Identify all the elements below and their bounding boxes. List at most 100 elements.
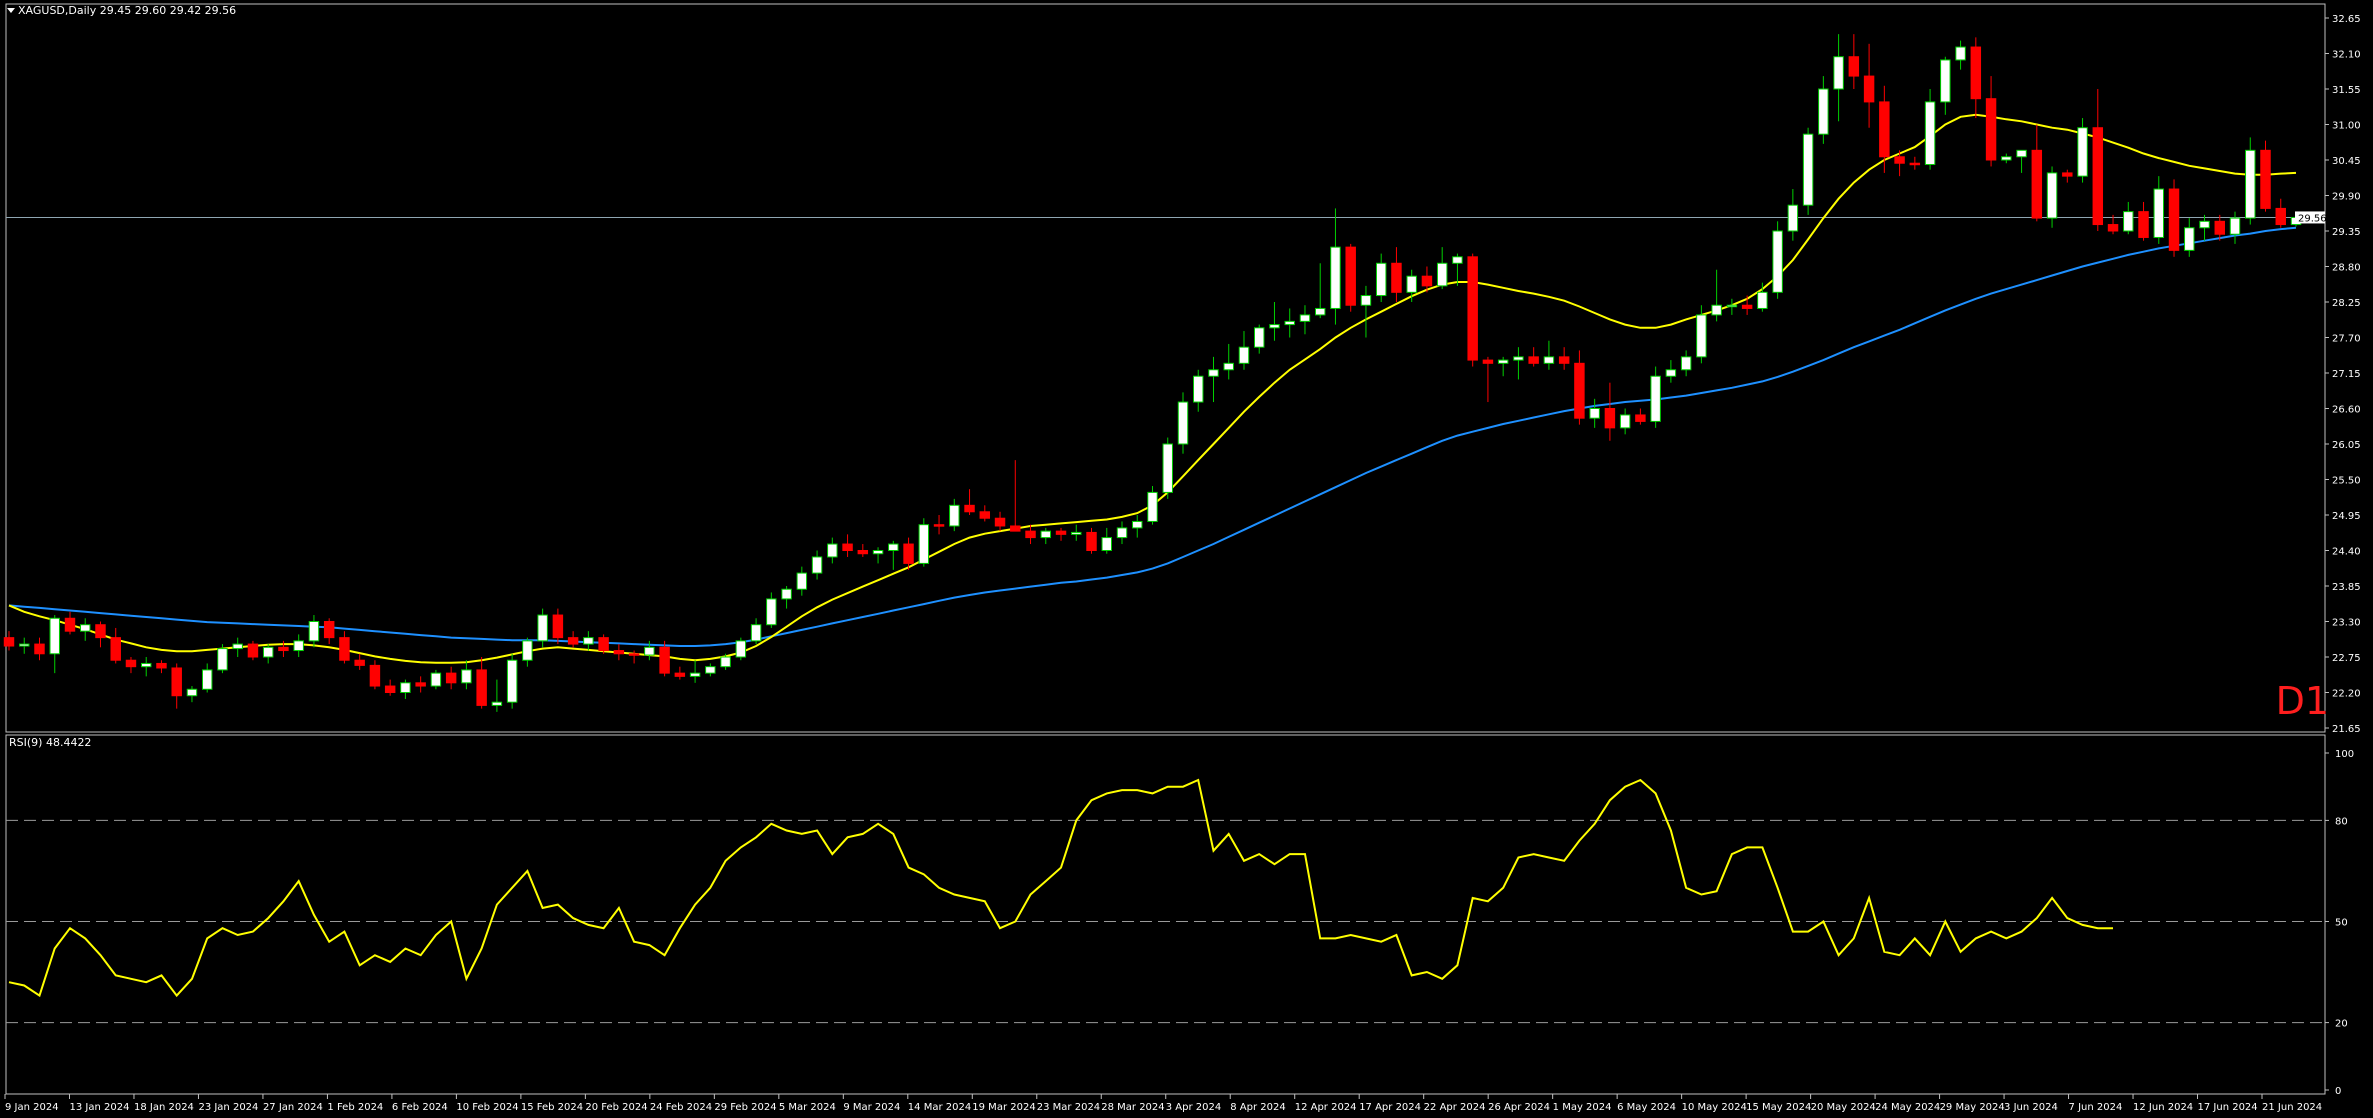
candle-body: [1177, 401, 1189, 445]
candle: [2168, 179, 2180, 257]
candle-body: [430, 672, 442, 687]
candle: [674, 666, 686, 680]
candle-body: [1863, 75, 1875, 103]
candle: [933, 515, 945, 535]
candle-body: [1193, 375, 1204, 403]
price-axis[interactable]: 32.65 32.10 31.55 31.00 30.45 29.90 29.35 28.80…: [2295, 14, 2361, 735]
candle-body: [2138, 211, 2149, 238]
price-chart-svg[interactable]: 32.65 32.10 31.55 31.00 30.45 29.90 29.35 28.80…: [0, 0, 2373, 1118]
candle: [1818, 76, 1829, 144]
dropdown-triangle-icon[interactable]: [7, 8, 15, 13]
candle: [2275, 198, 2286, 228]
candle-body: [2184, 227, 2195, 251]
price-tick-label: 27.15: [2332, 369, 2361, 380]
candle: [2199, 214, 2210, 241]
candle-body: [2092, 127, 2104, 226]
rsi-line: [8, 778, 2113, 998]
candle: [1665, 360, 1677, 383]
candle-body: [1924, 101, 1936, 166]
time-tick-label: 15 Feb 2024: [521, 1102, 583, 1113]
candle-body: [613, 650, 625, 655]
candle: [766, 592, 777, 628]
candle-body: [1985, 98, 1997, 161]
candle: [1040, 527, 1051, 545]
time-tick-label: 20 May 2024: [1811, 1102, 1876, 1113]
candle: [1223, 343, 1234, 380]
candle-body: [872, 550, 884, 555]
candle: [2229, 211, 2241, 244]
candle-body: [1787, 204, 1799, 232]
candle-body: [796, 572, 808, 590]
candle: [80, 618, 91, 641]
candle-body: [34, 643, 45, 655]
price-tick-label: 25.50: [2332, 476, 2361, 487]
candle-body: [567, 637, 579, 645]
candle: [64, 611, 76, 635]
price-tick-label: 31.55: [2332, 85, 2361, 96]
time-axis[interactable]: 9 Jan 2024 13 Jan 2024 18 Jan 2024 23 Jan 2…: [4, 1094, 2322, 1113]
candle-body: [1680, 356, 1692, 371]
chart-frames: [5, 3, 2326, 1095]
candle: [125, 657, 137, 674]
candle: [1711, 269, 1722, 322]
candle-body: [735, 640, 747, 658]
candle-body: [1696, 314, 1707, 358]
time-tick-label: 24 May 2024: [1875, 1102, 1940, 1113]
rsi-tick-label: 0: [2335, 1086, 2341, 1097]
candle-body: [1558, 356, 1570, 364]
slow-ma-line: [8, 226, 2297, 647]
candle: [1254, 324, 1265, 354]
candle: [2092, 89, 2104, 231]
candle: [308, 615, 320, 648]
candle: [1635, 408, 1646, 425]
candle-body: [705, 666, 716, 674]
candle-body: [1238, 346, 1250, 364]
candle-body: [384, 685, 396, 694]
candle: [1147, 485, 1158, 525]
time-tick-label: 5 Mar 2024: [779, 1102, 836, 1113]
candle-body: [1711, 304, 1722, 316]
candle: [735, 637, 747, 661]
candle-body: [933, 524, 945, 527]
candle: [506, 653, 518, 709]
candle: [994, 511, 1006, 532]
candle: [1726, 298, 1738, 315]
candle-body: [781, 588, 792, 600]
fast-moving-average: [8, 113, 2297, 664]
candle: [689, 660, 701, 683]
candle-body: [2229, 217, 2241, 235]
candle: [872, 547, 884, 564]
candle-body: [49, 617, 60, 655]
candle: [1101, 527, 1112, 554]
candle-body: [400, 682, 411, 693]
candle-body: [827, 543, 838, 558]
candle-body: [979, 511, 991, 519]
candle: [979, 505, 991, 522]
time-tick-label: 10 Feb 2024: [456, 1102, 518, 1113]
candle: [1940, 56, 1951, 115]
candle-body: [1314, 307, 1326, 316]
candle: [1741, 295, 1753, 315]
candle-body: [1894, 156, 1905, 164]
time-tick-label: 20 Feb 2024: [585, 1102, 647, 1113]
candle: [2138, 201, 2149, 241]
candle-body: [1071, 531, 1082, 535]
candle-body: [522, 640, 533, 661]
rsi-axis[interactable]: 100 80 50 20 0: [2325, 749, 2354, 1097]
candle: [445, 666, 457, 690]
candle: [1269, 302, 1280, 341]
price-tick-label: 28.25: [2332, 298, 2361, 309]
candle-body: [1040, 530, 1051, 539]
time-tick-label: 9 Jan 2024: [5, 1102, 59, 1113]
candle-body: [476, 669, 487, 706]
candle: [1360, 285, 1372, 338]
time-tick-label: 9 Mar 2024: [843, 1102, 900, 1113]
time-tick-label: 23 Mar 2024: [1037, 1102, 1100, 1113]
candle-body: [1528, 356, 1539, 364]
candle-body: [1955, 46, 1966, 61]
candle-body: [1909, 162, 1921, 166]
candle: [1299, 305, 1311, 335]
candle-body: [2275, 207, 2286, 226]
fast-ma-line: [8, 113, 2297, 664]
candle-body: [1619, 414, 1631, 429]
